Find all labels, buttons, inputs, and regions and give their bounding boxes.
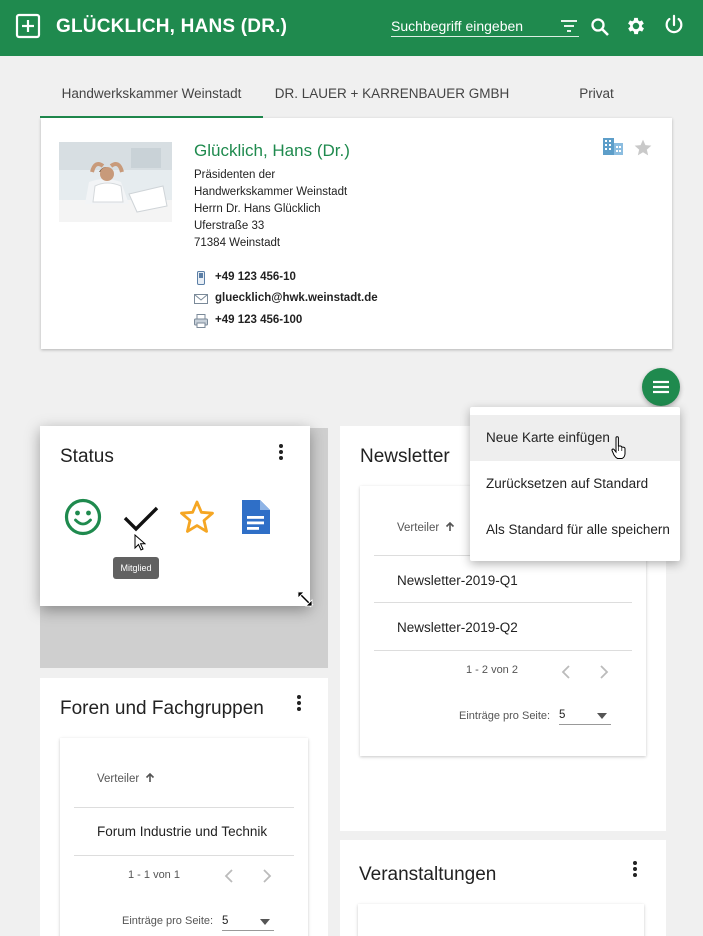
dropdown-arrow-icon	[260, 919, 270, 925]
contact-name: Glücklich, Hans (Dr.)	[194, 141, 350, 160]
per-page-select[interactable]: 5	[222, 913, 274, 931]
pager-range: 1 - 2 von 2	[466, 664, 518, 676]
dropdown-arrow-icon	[597, 713, 607, 719]
more-vert-icon[interactable]	[278, 443, 284, 461]
search-input[interactable]: Suchbegriff eingeben	[391, 17, 579, 37]
favorite-star-icon[interactable]	[633, 138, 653, 158]
column-header-verteiler[interactable]: Verteiler	[97, 772, 155, 785]
table-row[interactable]: Newsletter-2019-Q2	[397, 620, 518, 635]
address-line: Präsidenten der	[194, 169, 276, 181]
per-page-label: Einträge pro Seite:	[459, 710, 551, 722]
per-page-value: 5	[222, 915, 229, 927]
menu-item-zuruecksetzen[interactable]: Zurücksetzen auf Standard	[470, 461, 680, 507]
table-row[interactable]: Forum Industrie und Technik	[97, 824, 267, 839]
check-icon[interactable]	[122, 498, 160, 536]
status-tooltip: Mitglied	[113, 557, 159, 579]
column-header-label: Verteiler	[397, 522, 440, 534]
chevron-left-icon[interactable]	[224, 869, 234, 883]
status-title: Status	[60, 446, 114, 467]
hand-cursor-icon	[611, 436, 626, 459]
building-icon[interactable]	[602, 136, 624, 156]
add-contact-icon[interactable]	[15, 13, 41, 39]
menu-item-neue-karte[interactable]: Neue Karte einfügen	[470, 415, 680, 461]
tab-privat[interactable]: Privat	[521, 74, 672, 118]
more-vert-icon[interactable]	[632, 860, 638, 878]
star-outline-icon[interactable]	[178, 498, 216, 536]
divider	[374, 650, 632, 651]
menu-icon	[653, 380, 669, 394]
app-bar: GLÜCKLICH, HANS (DR.) Suchbegriff eingeb…	[0, 0, 703, 56]
divider	[74, 807, 294, 808]
document-icon[interactable]	[236, 498, 274, 536]
fax-icon	[194, 314, 208, 328]
pointer-cursor-icon	[134, 534, 146, 551]
veranstaltungen-panel: Veranstaltungen	[340, 840, 666, 936]
chevron-right-icon[interactable]	[599, 665, 609, 679]
contact-fax[interactable]: +49 123 456-100	[215, 314, 302, 326]
phone-icon	[197, 271, 205, 285]
sort-arrow-up-icon	[146, 772, 155, 782]
foren-table: Verteiler Forum Industrie und Technik 1 …	[60, 738, 308, 936]
per-page-label: Einträge pro Seite:	[122, 915, 214, 927]
per-page-select[interactable]: 5	[559, 707, 611, 725]
filter-icon[interactable]	[561, 20, 577, 32]
veranstaltungen-title: Veranstaltungen	[359, 864, 497, 885]
address-line: Handwerkskammer Weinstadt	[194, 186, 348, 198]
contact-photo	[59, 142, 172, 222]
address-line: 71384 Weinstadt	[194, 237, 281, 249]
contact-card: Glücklich, Hans (Dr.) Präsidenten der Ha…	[41, 118, 672, 349]
smiley-icon[interactable]	[64, 498, 102, 536]
foren-title: Foren und Fachgruppen	[60, 698, 264, 719]
per-page-value: 5	[559, 709, 566, 721]
address-line: Uferstraße 33	[194, 220, 265, 232]
contact-email[interactable]: gluecklich@hwk.weinstadt.de	[215, 292, 378, 304]
divider	[374, 602, 632, 603]
organization-tabs: Handwerkskammer Weinstadt DR. LAUER + KA…	[40, 74, 672, 118]
column-header-label: Verteiler	[97, 773, 140, 785]
resize-cursor-icon	[296, 590, 314, 608]
veranstaltungen-table	[358, 904, 644, 936]
chevron-left-icon[interactable]	[561, 665, 571, 679]
mail-icon	[194, 294, 208, 304]
card-options-menu: Neue Karte einfügen Zurücksetzen auf Sta…	[470, 407, 680, 561]
foren-panel: Foren und Fachgruppen Verteiler Forum In…	[40, 678, 328, 936]
power-icon[interactable]	[663, 14, 685, 36]
address-line: Herrn Dr. Hans Glücklich	[194, 203, 321, 215]
menu-item-standard-speichern[interactable]: Als Standard für alle speichern	[470, 507, 680, 553]
contact-phone[interactable]: +49 123 456-10	[215, 271, 296, 283]
column-header-verteiler[interactable]: Verteiler	[397, 521, 455, 534]
divider	[74, 855, 294, 856]
table-row[interactable]: Newsletter-2019-Q1	[397, 573, 518, 588]
tab-handwerkskammer[interactable]: Handwerkskammer Weinstadt	[40, 74, 263, 118]
search-placeholder: Suchbegriff eingeben	[391, 18, 524, 34]
page-title: GLÜCKLICH, HANS (DR.)	[56, 16, 288, 37]
gear-icon[interactable]	[625, 15, 647, 37]
tab-lauer-karrenbauer[interactable]: DR. LAUER + KARRENBAUER GMBH	[263, 74, 521, 118]
more-vert-icon[interactable]	[296, 694, 302, 712]
chevron-right-icon[interactable]	[262, 869, 272, 883]
menu-fab-button[interactable]	[642, 368, 680, 406]
sort-arrow-up-icon	[446, 521, 455, 531]
pager-range: 1 - 1 von 1	[128, 869, 180, 881]
newsletter-title: Newsletter	[360, 446, 450, 467]
search-icon[interactable]	[590, 17, 610, 37]
contact-address: Präsidenten der Handwerkskammer Weinstad…	[194, 167, 347, 252]
